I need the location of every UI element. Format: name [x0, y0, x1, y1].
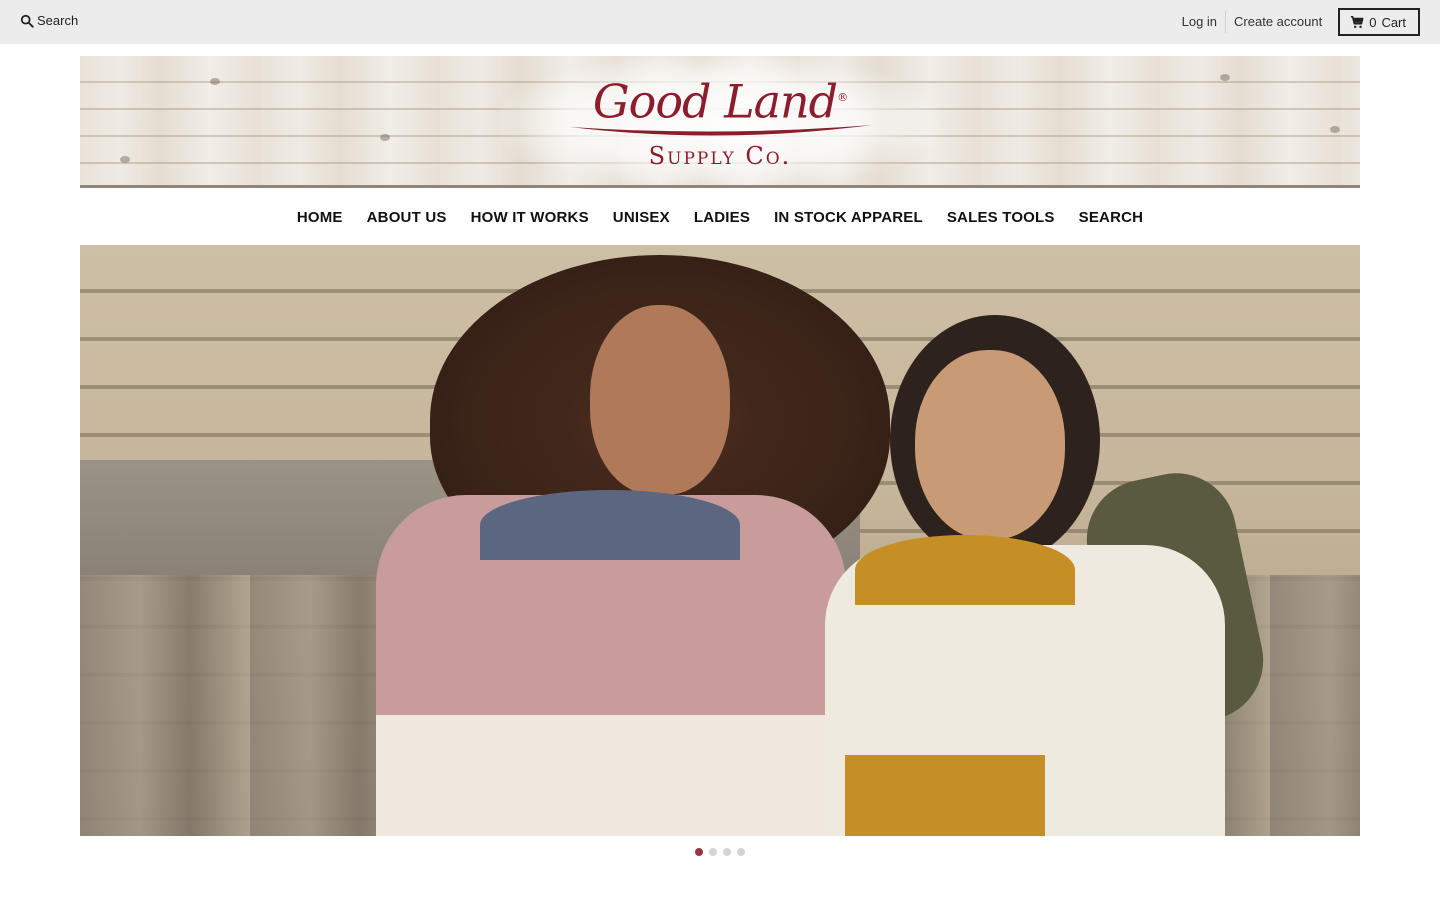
cart-label: Cart [1381, 14, 1406, 30]
slider-pagination [0, 848, 1440, 858]
hero-person-left-hoodie-panel [376, 715, 846, 836]
logo-banner[interactable]: Good Land® Supply Co. [80, 56, 1360, 188]
slider-dot-4[interactable] [737, 848, 745, 856]
wood-knot [380, 134, 390, 141]
nav-item-in-stock-apparel[interactable]: IN STOCK APPAREL [774, 200, 923, 236]
hero-person-left-face [590, 305, 730, 495]
slider-dot-1[interactable] [695, 848, 703, 856]
top-utility-bar: Search Log in Create account 0 Cart [0, 0, 1440, 44]
logo-subtitle: Supply Co. [648, 142, 792, 171]
search-icon [20, 14, 34, 28]
create-account-link[interactable]: Create account [1226, 11, 1338, 33]
wood-knot [1330, 126, 1340, 133]
hero-slide-image[interactable] [80, 245, 1360, 836]
nav-item-sales-tools[interactable]: SALES TOOLS [947, 200, 1055, 236]
nav-item-unisex[interactable]: UNISEX [613, 200, 670, 236]
hero-person-right-hood [855, 535, 1075, 605]
search-link-label: Search [37, 13, 79, 28]
hero-person-left-hood [480, 490, 740, 560]
login-link[interactable]: Log in [1182, 11, 1227, 33]
main-navigation: HOME ABOUT US HOW IT WORKS UNISEX LADIES… [0, 200, 1440, 236]
account-links: Log in Create account 0 Cart [1182, 8, 1420, 36]
hero-person-right-face [915, 350, 1065, 540]
hero-person-right-pocket [845, 755, 1045, 836]
logo-wordmark: Good Land® [592, 74, 848, 129]
nav-item-search[interactable]: SEARCH [1079, 200, 1144, 236]
nav-item-about-us[interactable]: ABOUT US [367, 200, 447, 236]
cart-icon [1351, 15, 1364, 29]
nav-item-how-it-works[interactable]: HOW IT WORKS [471, 200, 589, 236]
cart-button[interactable]: 0 Cart [1338, 8, 1420, 36]
brand-logo[interactable]: Good Land® Supply Co. [550, 70, 890, 180]
slider-dot-3[interactable] [723, 848, 731, 856]
nav-item-home[interactable]: HOME [297, 200, 343, 236]
cart-count: 0 [1369, 14, 1377, 30]
slider-dot-2[interactable] [709, 848, 717, 856]
registered-mark: ® [837, 91, 848, 104]
wood-knot [120, 156, 130, 163]
search-link[interactable]: Search [20, 13, 78, 28]
wood-knot [210, 78, 220, 85]
wood-knot [1220, 74, 1230, 81]
nav-item-ladies[interactable]: LADIES [694, 200, 750, 236]
